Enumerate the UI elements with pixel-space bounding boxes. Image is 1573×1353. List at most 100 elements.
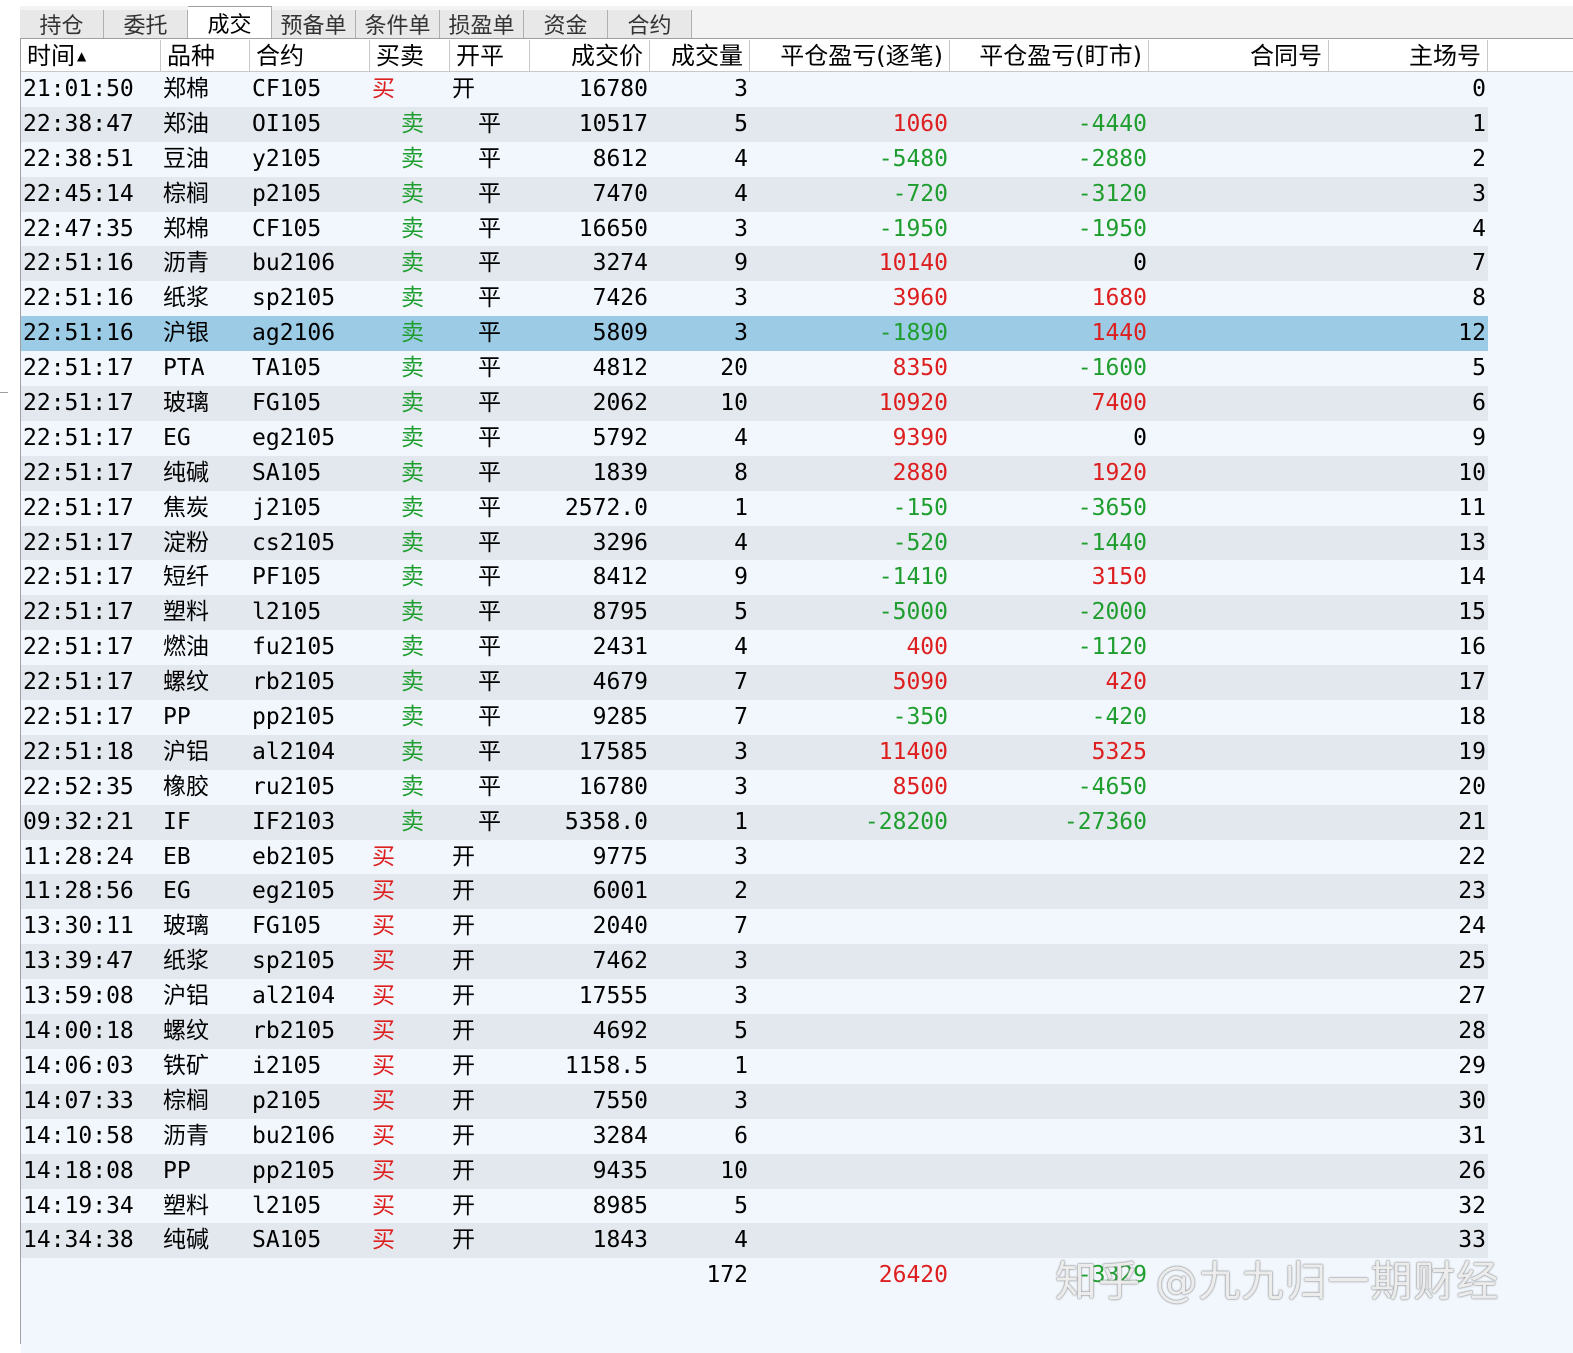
cell-price: 8412	[530, 560, 650, 596]
cell-price: 9775	[530, 839, 650, 875]
cell-filler	[1488, 734, 1573, 770]
cell-open-close: 平	[450, 141, 530, 177]
header-variety[interactable]: 品种	[161, 40, 250, 72]
header-filler	[1488, 40, 1573, 72]
cell-time: 13:30:11	[21, 909, 161, 945]
table-row[interactable]: 22:51:17 淀粉 cs2105 卖平 3296 4 -520 -1440 13	[21, 525, 1573, 561]
cell-pnl-mtm: -2000	[950, 595, 1149, 631]
cell-contract: TA105	[250, 351, 370, 387]
cell-price: 2431	[530, 630, 650, 666]
table-row[interactable]: 11:28:56 EG eg2105 买开 6001 2 23	[21, 874, 1573, 910]
cell-volume: 10	[650, 386, 750, 421]
table-row[interactable]: 22:51:18 沪铝 al2104 卖平 17585 3 11400 5325 19	[21, 734, 1573, 770]
table-row[interactable]: 22:51:17 EG eg2105 卖平 5792 4 9390 0 9	[21, 420, 1573, 456]
table-row[interactable]: 22:47:35 郑棉 CF105 卖平 16650 3 -1950 -1950 4	[21, 211, 1573, 247]
cell-contract-no	[1149, 595, 1329, 631]
cell-direction: 买	[370, 1188, 450, 1224]
cell-contract-no	[1149, 630, 1329, 666]
header-pnl-per-trade[interactable]: 平仓盈亏(逐笔)	[750, 40, 950, 72]
cell-volume: 5	[650, 595, 750, 631]
tab-1[interactable]: 委托	[104, 10, 188, 39]
cell-variety: EG	[161, 420, 250, 456]
table-row[interactable]: 11:28:24 EB eb2105 买开 9775 3 22	[21, 839, 1573, 875]
cell-venue-no: 18	[1329, 700, 1488, 735]
table-row[interactable]: 14:18:08 PP pp2105 买开 9435 10 26	[21, 1153, 1573, 1189]
table-row[interactable]: 22:51:17 PP pp2105 卖平 9285 7 -350 -420 18	[21, 700, 1573, 735]
tab-2[interactable]: 成交	[188, 6, 272, 38]
table-row[interactable]: 22:51:17 短纤 PF105 卖平 8412 9 -1410 3150 14	[21, 560, 1573, 596]
table-row[interactable]: 22:51:17 焦炭 j2105 卖平 2572.0 1 -150 -3650 11	[21, 490, 1573, 526]
cell-venue-no: 17	[1329, 665, 1488, 701]
table-row[interactable]: 14:19:34 塑料 l2105 买开 8985 5 32	[21, 1188, 1573, 1224]
cell-filler	[1488, 1223, 1573, 1259]
table-row[interactable]: 13:30:11 玻璃 FG105 买开 2040 7 24	[21, 909, 1573, 945]
table-row[interactable]: 22:52:35 橡胶 ru2105 卖平 16780 3 8500 -4650 20	[21, 769, 1573, 805]
cell-price: 16780	[530, 72, 650, 107]
header-time[interactable]: 时间 ▲	[21, 40, 161, 72]
cell-direction: 卖	[370, 106, 450, 142]
table-row[interactable]: 22:51:17 燃油 fu2105 卖平 2431 4 400 -1120 16	[21, 630, 1573, 666]
cell-variety: 淀粉	[161, 525, 250, 561]
cell-price: 1158.5	[530, 1048, 650, 1084]
table-row[interactable]: 09:32:21 IF IF2103 卖平 5358.0 1 -28200 -27360 21	[21, 804, 1573, 840]
table-row[interactable]: 22:51:17 PTA TA105 卖平 4812 20 8350 -1600 5	[21, 351, 1573, 387]
tab-0[interactable]: 持仓	[20, 10, 104, 39]
table-row[interactable]: 22:51:17 螺纹 rb2105 卖平 4679 7 5090 420 17	[21, 665, 1573, 701]
tab-6[interactable]: 资金	[524, 10, 608, 39]
header-direction[interactable]: 买卖	[370, 40, 450, 72]
cell-direction: 卖	[370, 246, 450, 282]
cell-contract: ag2106	[250, 316, 370, 352]
table-row[interactable]: 22:45:14 棕榈 p2105 卖平 7470 4 -720 -3120 3	[21, 176, 1573, 212]
cell-venue-no: 8	[1329, 281, 1488, 317]
cell-price: 2572.0	[530, 490, 650, 526]
table-row[interactable]: 14:06:03 铁矿 i2105 买开 1158.5 1 29	[21, 1048, 1573, 1084]
cell-contract-no	[1149, 804, 1329, 840]
cell-open-close: 平	[450, 211, 530, 247]
header-contract[interactable]: 合约	[250, 40, 370, 72]
cell-volume: 4	[650, 420, 750, 456]
cell-direction: 买	[370, 1223, 450, 1259]
table-row[interactable]: 22:51:17 纯碱 SA105 卖平 1839 8 2880 1920 10	[21, 455, 1573, 491]
cell-open-close: 平	[450, 386, 530, 421]
table-row[interactable]: 14:10:58 沥青 bu2106 买开 3284 6 31	[21, 1118, 1573, 1154]
table-row[interactable]: 22:51:16 沪银 ag2106 卖平 5809 3 -1890 1440 12	[21, 316, 1573, 352]
header-open-close[interactable]: 开平	[450, 40, 530, 72]
cell-variety: 橡胶	[161, 769, 250, 805]
header-contract-no[interactable]: 合同号	[1149, 40, 1329, 72]
cell-volume: 2	[650, 874, 750, 910]
table-row[interactable]: 22:38:51 豆油 y2105 卖平 8612 4 -5480 -2880 2	[21, 141, 1573, 177]
table-row[interactable]: 14:00:18 螺纹 rb2105 买开 4692 5 28	[21, 1014, 1573, 1049]
tab-5[interactable]: 损盈单	[440, 10, 524, 39]
header-venue-no[interactable]: 主场号	[1329, 40, 1488, 72]
cell-open-close: 平	[450, 734, 530, 770]
table-row[interactable]: 13:39:47 纸浆 sp2105 买开 7462 3 25	[21, 944, 1573, 980]
table-row[interactable]: 13:59:08 沪铝 al2104 买开 17555 3 27	[21, 979, 1573, 1015]
table-row[interactable]: 22:51:17 塑料 l2105 卖平 8795 5 -5000 -2000 15	[21, 595, 1573, 631]
tab-3[interactable]: 预备单	[272, 10, 356, 39]
cell-contract: cs2105	[250, 525, 370, 561]
tab-4[interactable]: 条件单	[356, 10, 440, 39]
header-price[interactable]: 成交价	[530, 40, 650, 72]
table-row[interactable]: 21:01:50 郑棉 CF105 买开 16780 3 0	[21, 72, 1573, 107]
cell-filler	[1488, 909, 1573, 945]
cell-venue-no: 5	[1329, 351, 1488, 387]
cell-direction: 买	[370, 1014, 450, 1049]
table-row[interactable]: 22:38:47 郑油 OI105 卖平 10517 5 1060 -4440 1	[21, 106, 1573, 142]
cell-filler	[1488, 665, 1573, 701]
cell-venue-no: 16	[1329, 630, 1488, 666]
header-volume[interactable]: 成交量	[650, 40, 750, 72]
cell-contract: p2105	[250, 176, 370, 212]
tab-7[interactable]: 合约	[608, 10, 692, 39]
cell-filler	[1488, 804, 1573, 840]
table-row[interactable]: 22:51:17 玻璃 FG105 卖平 2062 10 10920 7400 6	[21, 386, 1573, 421]
cell-open-close: 平	[450, 420, 530, 456]
cell-price: 3296	[530, 525, 650, 561]
header-pnl-mtm[interactable]: 平仓盈亏(盯市)	[950, 40, 1149, 72]
cell-direction: 卖	[370, 211, 450, 247]
table-row[interactable]: 22:51:16 纸浆 sp2105 卖平 7426 3 3960 1680 8	[21, 281, 1573, 317]
cell-pnl-per-trade	[750, 839, 950, 875]
table-row[interactable]: 22:51:16 沥青 bu2106 卖平 3274 9 10140 0 7	[21, 246, 1573, 282]
table-row[interactable]: 14:07:33 棕榈 p2105 买开 7550 3 30	[21, 1083, 1573, 1119]
cell-variety: PP	[161, 1153, 250, 1189]
cell-open-close: 开	[450, 979, 530, 1015]
